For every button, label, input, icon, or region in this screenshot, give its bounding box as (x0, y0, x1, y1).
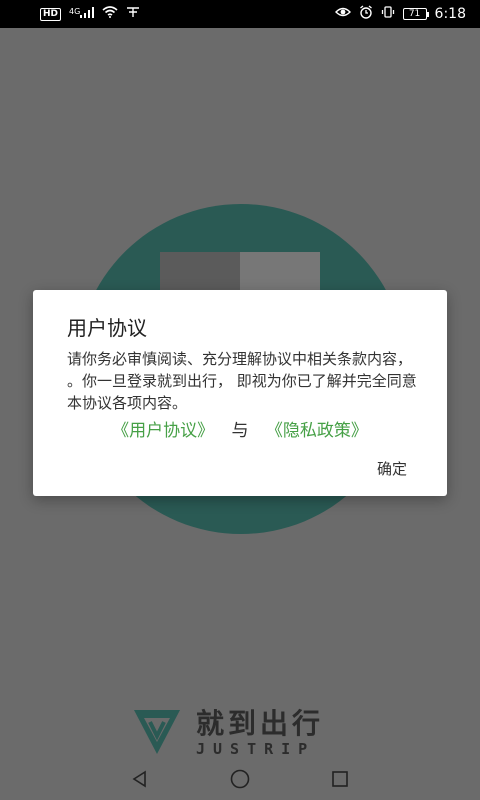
battery-icon: 71 (402, 8, 429, 20)
dialog-title: 用户协议 (67, 316, 147, 340)
recents-icon[interactable] (326, 765, 354, 793)
eye-icon (334, 6, 351, 22)
wifi-icon (102, 6, 118, 22)
hd-icon: HD (40, 7, 62, 21)
back-icon[interactable] (126, 765, 154, 793)
network-type: 4G (69, 6, 81, 16)
user-agreement-link[interactable]: 《用户协议》 (112, 421, 214, 441)
brand-name: 就到出行 (196, 707, 325, 740)
user-agreement-dialog: 用户协议 请你务必审慎阅读、充分理解协议中相关条款内容， 。你一旦登录就到出行，… (33, 290, 447, 496)
notification-icon (126, 6, 140, 22)
vibrate-icon (381, 5, 395, 23)
privacy-policy-link[interactable]: 《隐私政策》 (266, 421, 368, 441)
agreement-links: 《用户协议》 与 《隐私政策》 (33, 416, 447, 441)
background-logo-shape-highlight (240, 252, 320, 292)
confirm-button[interactable]: 确定 (377, 458, 407, 479)
status-bar: HD 4G 71 6:18 (0, 0, 480, 28)
home-icon[interactable] (226, 765, 254, 793)
brand-logo: 就到出行 JUSTRIP (130, 702, 360, 762)
clock: 6:18 (434, 6, 466, 22)
brand-subtitle: JUSTRIP (196, 740, 316, 758)
navigation-bar (0, 758, 480, 800)
signal-icon: 4G (69, 6, 95, 22)
brand-mark-icon (134, 710, 180, 754)
dialog-body: 请你务必审慎阅读、充分理解协议中相关条款内容， 。你一旦登录就到出行， 即视为你… (67, 350, 417, 412)
alarm-icon (359, 5, 373, 23)
and-text: 与 (231, 421, 249, 441)
